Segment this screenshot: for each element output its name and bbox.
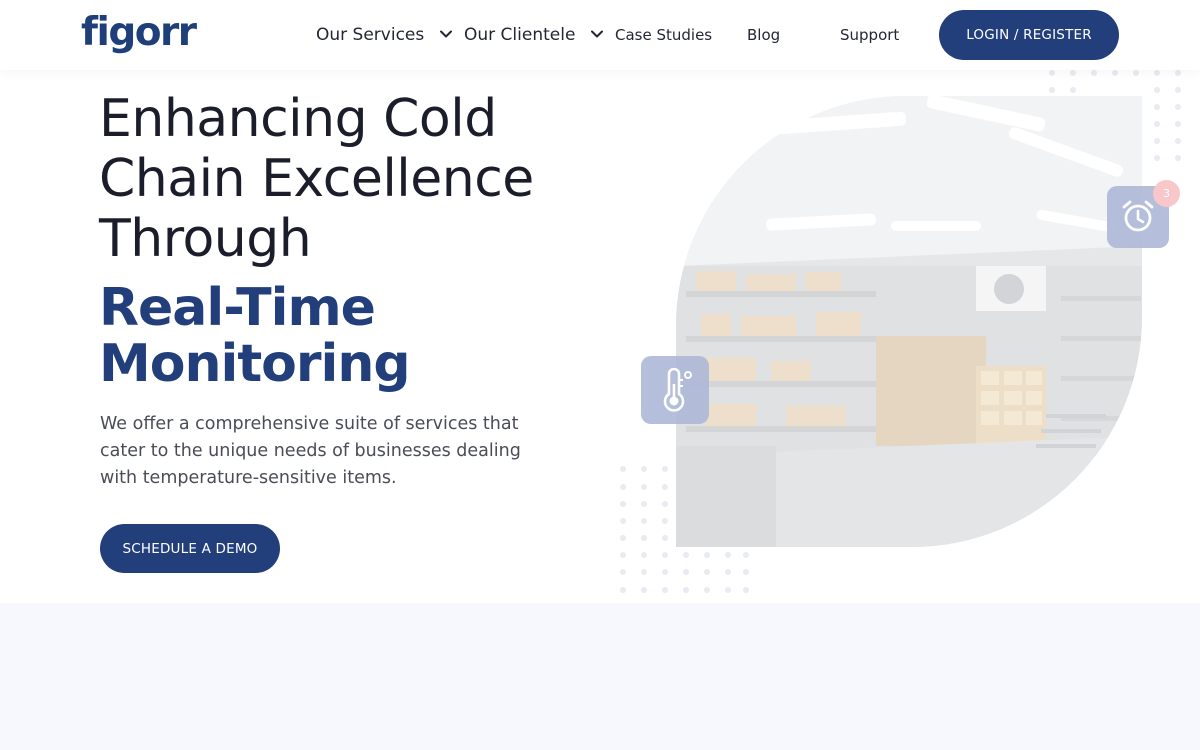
notification-badge: 3 bbox=[1153, 180, 1180, 207]
chevron-down-icon bbox=[590, 30, 603, 37]
hero-accent-title: Real-Time Monitoring bbox=[99, 280, 579, 392]
hero-title-line: Enhancing Cold bbox=[99, 89, 497, 149]
hero-accent-line: Real-Time bbox=[99, 278, 376, 338]
thermometer-icon bbox=[663, 368, 692, 412]
nav-our-services[interactable]: Our Services bbox=[316, 24, 452, 48]
figorr-logo[interactable]: figorr bbox=[81, 9, 197, 57]
hero-title: Enhancing Cold Chain Excellence Through bbox=[99, 89, 579, 269]
nav-our-clientele-label: Our Clientele bbox=[464, 25, 576, 45]
hero-title-line: Through bbox=[99, 209, 312, 269]
cold-storage-image bbox=[676, 96, 1142, 547]
nav-blog[interactable]: Blog bbox=[747, 24, 780, 48]
nav-our-services-label: Our Services bbox=[316, 25, 425, 45]
nav-our-clientele[interactable]: Our Clientele bbox=[464, 24, 603, 48]
hero-description: We offer a comprehensive suite of servic… bbox=[100, 414, 521, 488]
lower-section bbox=[0, 603, 1200, 750]
nav-case-studies[interactable]: Case Studies bbox=[615, 24, 712, 48]
chevron-down-icon bbox=[439, 30, 452, 37]
hero-accent-line: Monitoring bbox=[99, 334, 411, 394]
nav-support[interactable]: Support bbox=[840, 24, 899, 48]
site-header: figorr Our Services Our Clientele Case S… bbox=[0, 0, 1200, 70]
hero-title-line: Chain Excellence bbox=[99, 149, 534, 209]
login-register-button[interactable]: LOGIN / REGISTER bbox=[939, 10, 1119, 60]
thermometer-card bbox=[641, 356, 709, 424]
alarm-clock-icon bbox=[1122, 200, 1154, 232]
schedule-demo-button[interactable]: SCHEDULE A DEMO bbox=[100, 524, 280, 573]
